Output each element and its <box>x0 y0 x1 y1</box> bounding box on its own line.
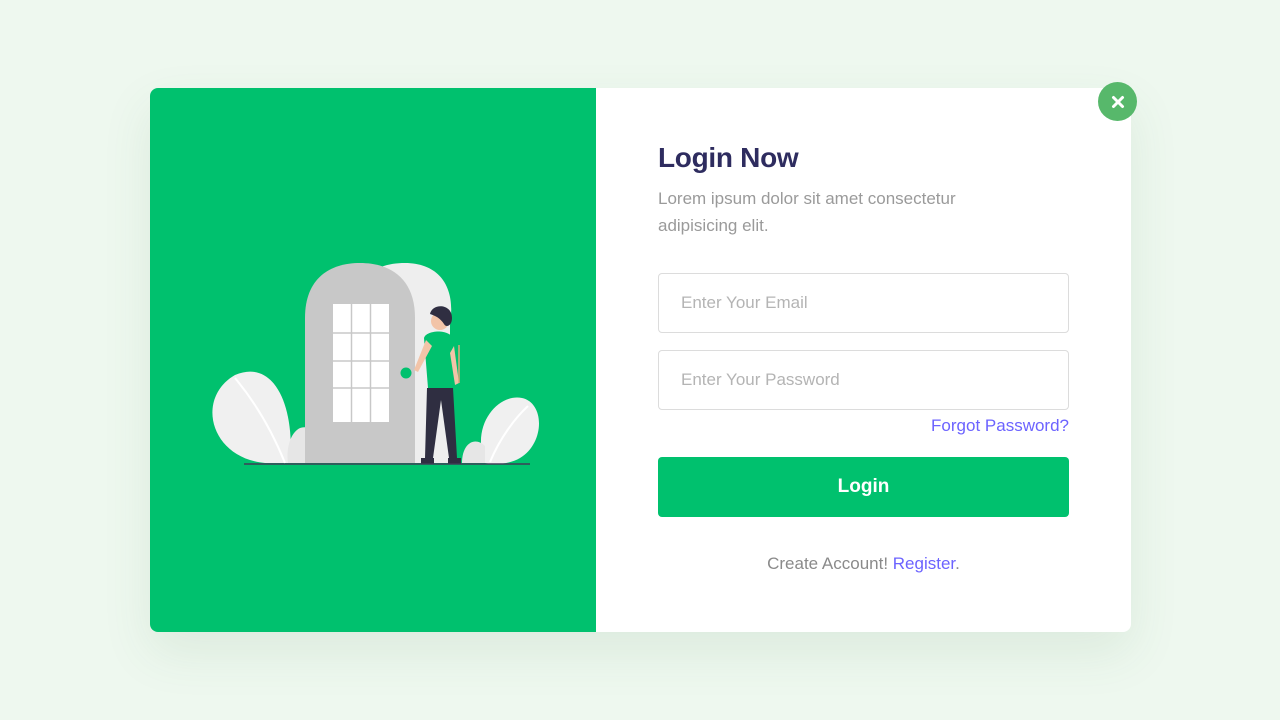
page-subtitle: Lorem ipsum dolor sit amet consectetur a… <box>658 189 956 235</box>
person-at-door-illustration <box>212 263 540 465</box>
page-title: Login Now <box>658 142 799 173</box>
close-icon <box>1111 95 1124 108</box>
register-link[interactable]: Register <box>893 554 955 573</box>
register-suffix: . <box>955 554 960 573</box>
login-form-panel: Login Now Lorem ipsum dolor sit amet con… <box>596 88 1131 632</box>
register-prompt: Create Account! <box>767 554 893 573</box>
login-modal: Login Now Lorem ipsum dolor sit amet con… <box>150 88 1131 632</box>
illustration-panel <box>150 88 596 632</box>
password-field[interactable] <box>658 350 1069 410</box>
close-button[interactable] <box>1098 82 1137 121</box>
email-field[interactable] <box>658 273 1069 333</box>
register-row: Create Account! Register. <box>658 554 1069 574</box>
forgot-password-link[interactable]: Forgot Password? <box>931 416 1069 436</box>
login-button[interactable]: Login <box>658 457 1069 517</box>
